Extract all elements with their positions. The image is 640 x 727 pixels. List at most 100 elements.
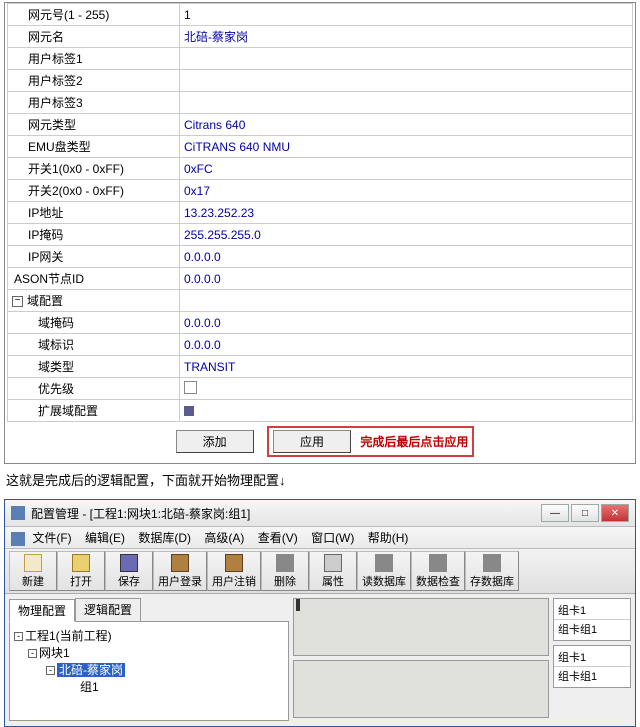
center-panel xyxy=(293,598,549,722)
props-icon xyxy=(324,554,342,572)
left-panel: 物理配置 逻辑配置 -工程1(当前工程) -网块1 -北碚-蔡家岗 组1 xyxy=(9,598,289,722)
menu-help[interactable]: 帮助(H) xyxy=(368,531,409,545)
prop-value[interactable] xyxy=(180,48,633,70)
menu-window[interactable]: 窗口(W) xyxy=(311,531,354,545)
minus-icon[interactable]: - xyxy=(46,666,55,675)
prop-value[interactable]: 0x17 xyxy=(180,180,633,202)
right-group-2: 组卡1 组卡组1 xyxy=(553,645,631,688)
tb-save[interactable]: 保存 xyxy=(105,551,153,591)
tb-open[interactable]: 打开 xyxy=(57,551,105,591)
slot-area-1[interactable] xyxy=(293,598,549,656)
prop-value[interactable]: Citrans 640 xyxy=(180,114,633,136)
right-panel: 组卡1 组卡组1 组卡1 组卡组1 xyxy=(553,598,631,722)
tb-new[interactable]: 新建 xyxy=(9,551,57,591)
menu-view[interactable]: 查看(V) xyxy=(258,531,298,545)
prop-value[interactable]: 255.255.255.0 xyxy=(180,224,633,246)
expand-domain[interactable] xyxy=(180,400,633,422)
instruction-text: 这就是完成后的逻辑配置，下面就开始物理配置↓ xyxy=(6,470,634,489)
prop-value[interactable]: 0xFC xyxy=(180,158,633,180)
tb-label: 存数据库 xyxy=(470,573,514,589)
tree-ne[interactable]: -北碚-蔡家岗 xyxy=(14,662,284,679)
prop-value[interactable]: 0.0.0.0 xyxy=(180,268,633,290)
slot-stub-icon xyxy=(296,599,300,611)
prop-value[interactable]: 北碚-蔡家岗 xyxy=(180,26,633,48)
menu-file[interactable]: 文件(F) xyxy=(32,531,71,545)
prop-value[interactable] xyxy=(180,70,633,92)
tree-label: 网块1 xyxy=(39,646,70,660)
prop-label: 域掩码 xyxy=(8,312,180,334)
tb-label: 数据检查 xyxy=(416,573,460,589)
tb-logout[interactable]: 用户注销 xyxy=(207,551,261,591)
add-button[interactable]: 添加 xyxy=(176,430,254,453)
collapse-icon[interactable]: − xyxy=(12,296,23,307)
tree-label: 组1 xyxy=(80,680,99,694)
tb-login[interactable]: 用户登录 xyxy=(153,551,207,591)
delete-icon xyxy=(276,554,294,572)
readdb-icon xyxy=(375,554,393,572)
priority-checkbox[interactable] xyxy=(180,378,633,400)
minimize-button[interactable]: — xyxy=(541,504,569,522)
apply-button[interactable]: 应用 xyxy=(273,430,351,453)
property-panel: 网元号(1 - 255) 1 网元名 北碚-蔡家岗 用户标签1 用户标签2 用户… xyxy=(4,2,636,464)
prop-label: 优先级 xyxy=(8,378,180,400)
prop-value[interactable]: 13.23.252.23 xyxy=(180,202,633,224)
prop-value[interactable]: TRANSIT xyxy=(180,356,633,378)
tb-label: 打开 xyxy=(70,573,92,589)
tb-props[interactable]: 属性 xyxy=(309,551,357,591)
maximize-button[interactable]: □ xyxy=(571,504,599,522)
savedb-icon xyxy=(483,554,501,572)
app-icon xyxy=(11,506,25,520)
slot-area-2[interactable] xyxy=(293,660,549,718)
section-header[interactable]: −域配置 xyxy=(8,290,180,312)
tree-root[interactable]: -工程1(当前工程) xyxy=(14,628,284,645)
titlebar[interactable]: 配置管理 - [工程1:网块1:北碚-蔡家岗:组1] — □ ✕ xyxy=(5,500,635,527)
menu-adv[interactable]: 高级(A) xyxy=(204,531,244,545)
checkdb-icon xyxy=(429,554,447,572)
tab-physical[interactable]: 物理配置 xyxy=(9,599,75,622)
right-group-1: 组卡1 组卡组1 xyxy=(553,598,631,641)
tb-label: 用户注销 xyxy=(212,573,256,589)
content-area: 物理配置 逻辑配置 -工程1(当前工程) -网块1 -北碚-蔡家岗 组1 组卡1… xyxy=(5,594,635,726)
prop-value[interactable] xyxy=(180,92,633,114)
tb-delete[interactable]: 删除 xyxy=(261,551,309,591)
tree-group[interactable]: 组1 xyxy=(14,679,284,696)
right-row[interactable]: 组卡1 xyxy=(554,601,630,620)
prop-value[interactable]: CiTRANS 640 NMU xyxy=(180,136,633,158)
prop-value[interactable]: 0.0.0.0 xyxy=(180,312,633,334)
right-row[interactable]: 组卡组1 xyxy=(554,667,630,685)
tb-checkdb[interactable]: 数据检查 xyxy=(411,551,465,591)
tb-label: 用户登录 xyxy=(158,573,202,589)
prop-label: 开关1(0x0 - 0xFF) xyxy=(8,158,180,180)
property-table: 网元号(1 - 255) 1 网元名 北碚-蔡家岗 用户标签1 用户标签2 用户… xyxy=(7,3,633,422)
prop-label: EMU盘类型 xyxy=(8,136,180,158)
close-button[interactable]: ✕ xyxy=(601,504,629,522)
right-row[interactable]: 组卡1 xyxy=(554,648,630,667)
prop-label: 用户标签1 xyxy=(8,48,180,70)
tree-block[interactable]: -网块1 xyxy=(14,645,284,662)
section-label: 域配置 xyxy=(27,294,63,308)
menu-edit[interactable]: 编辑(E) xyxy=(85,531,125,545)
minus-icon[interactable]: - xyxy=(28,649,37,658)
menu-icon xyxy=(11,532,25,546)
menubar: 文件(F) 编辑(E) 数据库(D) 高级(A) 查看(V) 窗口(W) 帮助(… xyxy=(5,527,635,549)
prop-value[interactable]: 0.0.0.0 xyxy=(180,246,633,268)
checkbox-icon[interactable] xyxy=(184,381,197,394)
prop-value[interactable]: 0.0.0.0 xyxy=(180,334,633,356)
tb-label: 新建 xyxy=(22,573,44,589)
prop-label: 用户标签2 xyxy=(8,70,180,92)
minus-icon[interactable]: - xyxy=(14,632,23,641)
prop-label: 域类型 xyxy=(8,356,180,378)
prop-label: 网元名 xyxy=(8,26,180,48)
prop-label: IP地址 xyxy=(8,202,180,224)
prop-label: IP网关 xyxy=(8,246,180,268)
tab-logical[interactable]: 逻辑配置 xyxy=(75,598,141,621)
expand-icon[interactable] xyxy=(184,406,194,416)
menu-db[interactable]: 数据库(D) xyxy=(138,531,191,545)
project-tree[interactable]: -工程1(当前工程) -网块1 -北碚-蔡家岗 组1 xyxy=(9,621,289,721)
new-icon xyxy=(24,554,42,572)
tb-readdb[interactable]: 读数据库 xyxy=(357,551,411,591)
tab-strip: 物理配置 逻辑配置 xyxy=(9,598,289,621)
right-row[interactable]: 组卡组1 xyxy=(554,620,630,638)
prop-value[interactable]: 1 xyxy=(180,4,633,26)
tb-savedb[interactable]: 存数据库 xyxy=(465,551,519,591)
